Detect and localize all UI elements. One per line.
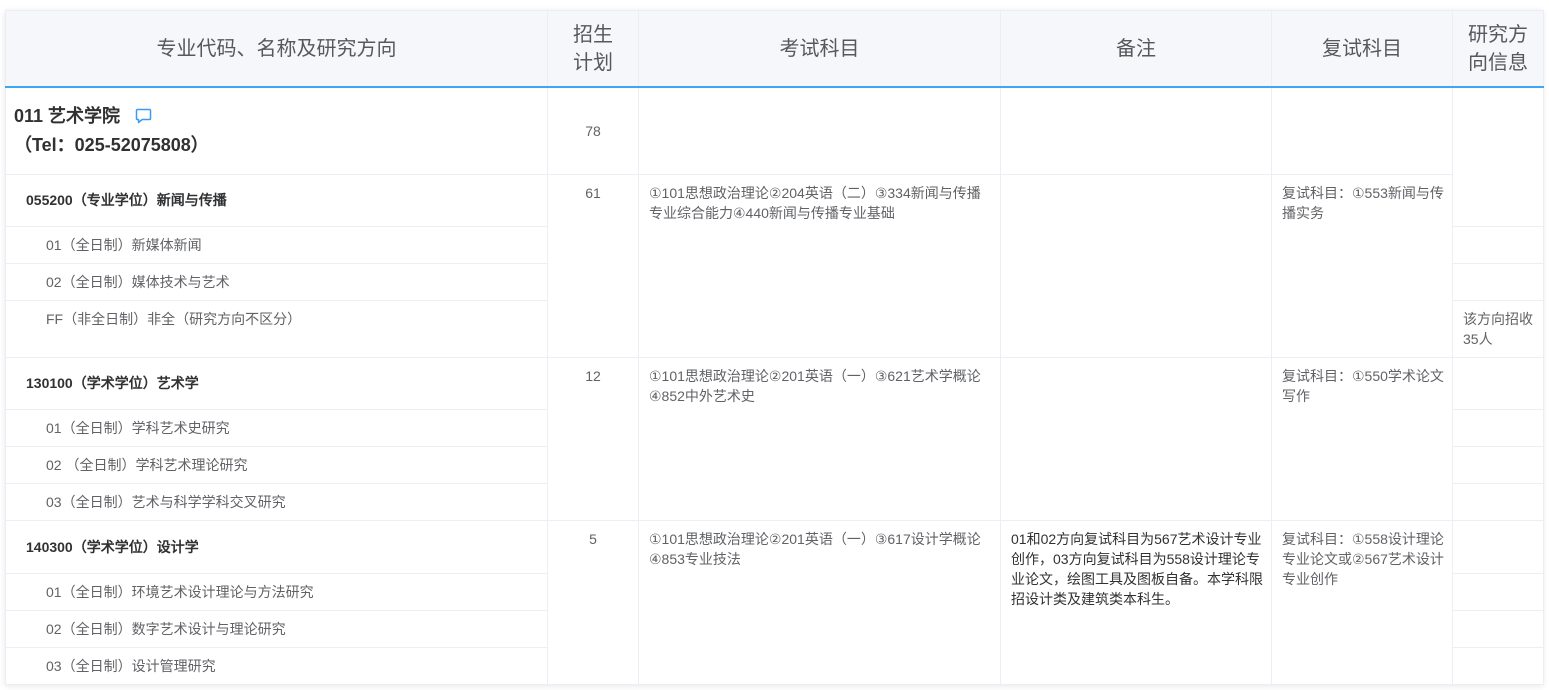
direction-info	[1452, 225, 1544, 264]
direction-info: 该方向招收35人	[1452, 299, 1544, 358]
major-remarks	[1000, 173, 1272, 358]
admissions-catalog: 专业代码、名称及研究方向 招生计划 考试科目 备注 复试科目 研究方向信息 01…	[5, 10, 1544, 685]
major-direction-info	[1452, 519, 1544, 574]
college-retest-cell	[1271, 86, 1453, 175]
direction-name: 02（全日制）数字艺术设计与理论研究	[5, 609, 548, 648]
major-retest-subjects: 复试科目：①553新闻与传播实务	[1271, 173, 1453, 358]
major-exam-subjects: ①101思想政治理论②201英语（一）③621艺术学概论④852中外艺术史	[638, 356, 1001, 521]
major-plan: 12	[547, 356, 639, 521]
direction-name: 02（全日制）媒体技术与艺术	[5, 262, 548, 301]
major-plan: 61	[547, 173, 639, 358]
college-tel: （Tel：025-52075808）	[14, 134, 209, 155]
college-exam-cell	[638, 86, 1001, 175]
direction-info	[1452, 609, 1544, 648]
college-row: 011 艺术学院 （Tel：025-52075808） 78	[5, 86, 1544, 227]
direction-name: FF（非全日制）非全（研究方向不区分）	[5, 299, 548, 358]
direction-name: 02 （全日制）学科艺术理论研究	[5, 445, 548, 484]
catalog-table: 专业代码、名称及研究方向 招生计划 考试科目 备注 复试科目 研究方向信息 01…	[5, 10, 1544, 685]
direction-info	[1452, 445, 1544, 484]
college-cell: 011 艺术学院 （Tel：025-52075808）	[5, 86, 548, 175]
direction-name: 03（全日制）设计管理研究	[5, 646, 548, 685]
header-exam: 考试科目	[638, 10, 1001, 88]
header-direction-info-label: 研究方向信息	[1468, 23, 1528, 74]
header-row: 专业代码、名称及研究方向 招生计划 考试科目 备注 复试科目 研究方向信息	[5, 10, 1544, 88]
direction-name: 01（全日制）学科艺术史研究	[5, 408, 548, 447]
major-row: 140300（学术学位）设计学 5 ①101思想政治理论②201英语（一）③61…	[5, 519, 1544, 685]
direction-info	[1452, 262, 1544, 301]
major-remarks	[1000, 356, 1272, 521]
major-row: 055200（专业学位）新闻与传播 61 ①101思想政治理论②204英语（二）…	[5, 173, 1544, 358]
header-plan: 招生计划	[547, 10, 639, 88]
direction-info	[1452, 482, 1544, 521]
major-name: 130100（学术学位）艺术学	[5, 356, 548, 410]
major-row: 130100（学术学位）艺术学 12 ①101思想政治理论②201英语（一）③6…	[5, 356, 1544, 521]
direction-name: 01（全日制）新媒体新闻	[5, 225, 548, 264]
header-retest: 复试科目	[1271, 10, 1453, 88]
college-name: 011 艺术学院	[14, 105, 121, 126]
header-major: 专业代码、名称及研究方向	[5, 10, 548, 88]
major-name: 055200（专业学位）新闻与传播	[5, 173, 548, 227]
college-direction-info-cell	[1452, 86, 1544, 227]
direction-info	[1452, 572, 1544, 611]
college-remarks-cell	[1000, 86, 1272, 175]
major-exam-subjects: ①101思想政治理论②204英语（二）③334新闻与传播专业综合能力④440新闻…	[638, 173, 1001, 358]
major-direction-info	[1452, 356, 1544, 410]
major-retest-subjects: 复试科目：①550学术论文写作	[1271, 356, 1453, 521]
college-plan: 78	[547, 86, 639, 175]
major-exam-subjects: ①101思想政治理论②201英语（一）③617设计学概论④853专业技法	[638, 519, 1001, 685]
header-plan-label: 招生计划	[573, 23, 613, 74]
direction-info	[1452, 646, 1544, 685]
major-name: 140300（学术学位）设计学	[5, 519, 548, 574]
direction-info	[1452, 408, 1544, 447]
header-direction-info: 研究方向信息	[1452, 10, 1544, 88]
college-title: 011 艺术学院	[14, 102, 547, 131]
direction-name: 03（全日制）艺术与科学学科交叉研究	[5, 482, 548, 521]
major-remarks: 01和02方向复试科目为567艺术设计专业创作，03方向复试科目为558设计理论…	[1000, 519, 1272, 685]
direction-name: 01（全日制）环境艺术设计理论与方法研究	[5, 572, 548, 611]
message-icon[interactable]	[135, 108, 152, 124]
header-remarks: 备注	[1000, 10, 1272, 88]
major-retest-subjects: 复试科目：①558设计理论专业论文或②567艺术设计专业创作	[1271, 519, 1453, 685]
major-plan: 5	[547, 519, 639, 685]
